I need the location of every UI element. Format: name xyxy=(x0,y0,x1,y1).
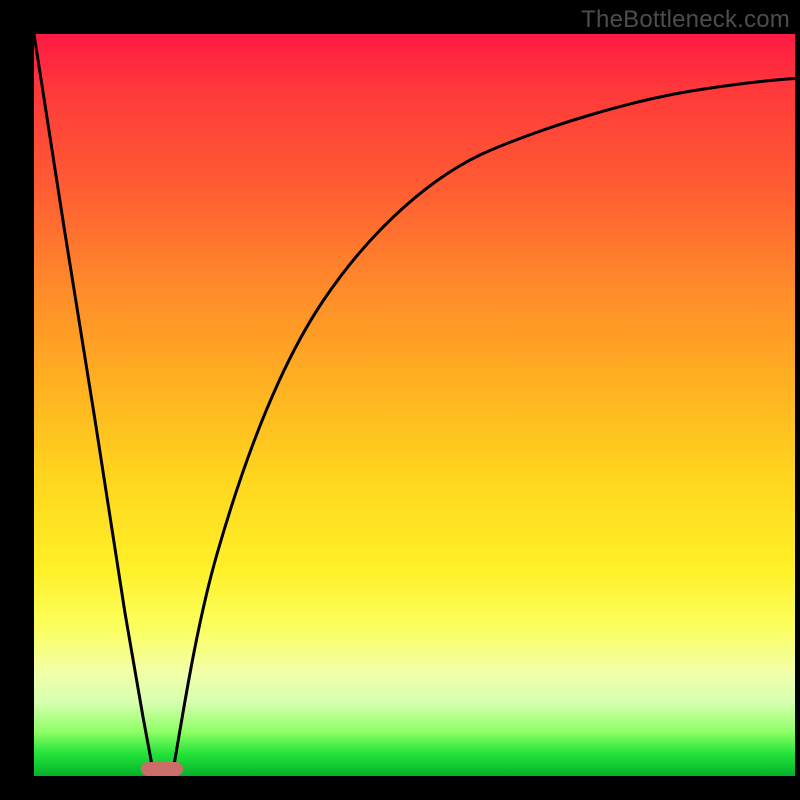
curve-left-branch xyxy=(34,34,154,776)
watermark-text: TheBottleneck.com xyxy=(581,6,790,34)
chart-frame: TheBottleneck.com xyxy=(0,0,800,800)
curve-right-branch xyxy=(172,79,795,777)
optimal-marker xyxy=(141,762,183,776)
bottleneck-curve xyxy=(34,34,795,776)
plot-area xyxy=(34,34,795,776)
